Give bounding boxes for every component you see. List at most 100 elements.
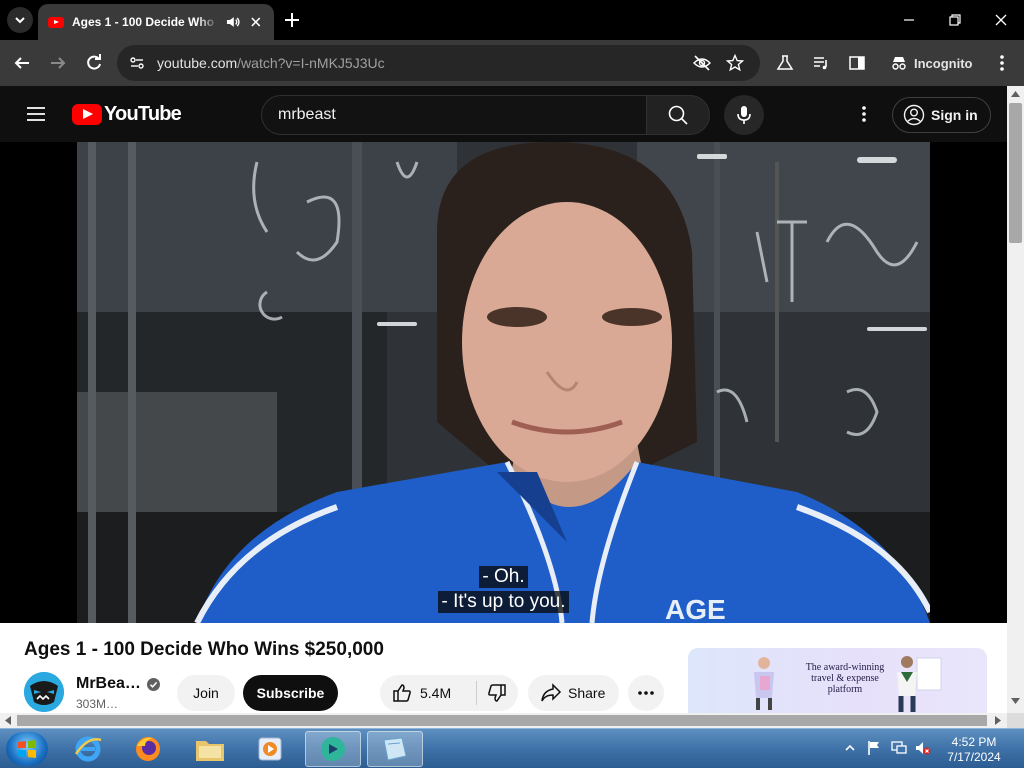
- scroll-up-arrow-icon[interactable]: [1011, 90, 1020, 97]
- url-path: /watch?v=I-nMKJ5J3Uc: [237, 55, 385, 71]
- join-button[interactable]: Join: [177, 675, 235, 711]
- tab-strip: Ages 1 - 100 Decide Who Wins $250,000 - …: [0, 0, 1024, 40]
- youtube-wordmark: YouTube: [104, 103, 182, 125]
- caption-line-1: - Oh.: [0, 566, 1007, 588]
- horizontal-scroll-thumb[interactable]: [17, 715, 987, 726]
- video-details: Ages 1 - 100 Decide Who Wins $250,000 Mr…: [0, 623, 1007, 713]
- chevron-down-icon: [15, 17, 25, 24]
- reload-button[interactable]: [82, 51, 106, 75]
- taskbar-app-active[interactable]: [305, 731, 361, 767]
- beast-logo-icon: [24, 672, 64, 712]
- verified-check-icon: [146, 677, 160, 691]
- speaker-icon[interactable]: [225, 14, 241, 30]
- share-icon: [541, 683, 562, 702]
- reload-icon: [87, 54, 101, 70]
- subscribe-button[interactable]: Subscribe: [243, 675, 338, 711]
- clock-time: 4:52 PM: [951, 735, 997, 749]
- forward-button[interactable]: [46, 51, 70, 75]
- incognito-indicator[interactable]: Incognito: [890, 51, 973, 75]
- taskbar-internet-explorer[interactable]: [60, 731, 116, 767]
- new-tab-icon[interactable]: [282, 10, 302, 30]
- tab-youtube[interactable]: Ages 1 - 100 Decide Who Wins $250,000 - …: [38, 4, 274, 40]
- channel-name[interactable]: MrBea…: [76, 675, 160, 693]
- ad-person-right-icon: [897, 656, 942, 712]
- taskbar-app-window[interactable]: [367, 731, 423, 767]
- like-count: 5.4M: [420, 685, 452, 701]
- start-button[interactable]: [6, 732, 48, 766]
- ad-person-left-icon: [754, 657, 774, 710]
- restore-icon: [949, 14, 961, 26]
- arrow-right-icon: [51, 57, 66, 69]
- share-label: Share: [568, 685, 606, 701]
- voice-search-button[interactable]: [724, 95, 764, 135]
- scrollbar-corner: [1007, 713, 1024, 728]
- star-icon[interactable]: [726, 54, 744, 72]
- url-host: youtube.com: [157, 55, 238, 71]
- labs-button[interactable]: [773, 51, 797, 75]
- scroll-right-arrow-icon[interactable]: [995, 716, 1002, 725]
- network-icon[interactable]: [891, 740, 907, 756]
- window-app-icon: [383, 737, 407, 761]
- tab-close-icon[interactable]: [248, 14, 264, 30]
- channel-name-text: MrBea…: [76, 675, 141, 692]
- close-icon: [995, 14, 1007, 26]
- tab-search-button[interactable]: [7, 7, 33, 33]
- clock-date: 7/17/2024: [947, 750, 1001, 764]
- video-player[interactable]: AGE - Oh. - It's up to you.: [0, 142, 1007, 623]
- join-label: Join: [193, 685, 219, 701]
- youtube-play-icon: [72, 104, 102, 125]
- like-divider: [476, 681, 477, 705]
- sign-in-button[interactable]: Sign in: [892, 97, 991, 133]
- youtube-header: YouTube mrbeast Sign in: [0, 86, 1007, 142]
- minimize-button[interactable]: [897, 8, 921, 32]
- video-title: Ages 1 - 100 Decide Who Wins $250,000: [24, 639, 384, 660]
- microphone-icon: [737, 106, 751, 124]
- caption-line-2: - It's up to you.: [0, 591, 1007, 613]
- action-center-flag-icon[interactable]: [866, 740, 882, 756]
- taskbar-file-explorer[interactable]: [182, 731, 238, 767]
- tab-title: Ages 1 - 100 Decide Who Wins $250,000 - …: [72, 15, 219, 29]
- more-actions-button[interactable]: [628, 675, 664, 711]
- browser-menu-button[interactable]: [990, 51, 1014, 75]
- minimize-icon: [904, 19, 914, 21]
- media-controls-button[interactable]: [809, 51, 833, 75]
- restore-button[interactable]: [943, 8, 967, 32]
- youtube-favicon-icon: [48, 16, 64, 28]
- ad-banner[interactable]: The award-winning travel & expense platf…: [688, 648, 987, 713]
- close-window-button[interactable]: [989, 8, 1013, 32]
- internet-explorer-icon: [74, 736, 102, 762]
- side-panel-button[interactable]: [845, 51, 869, 75]
- dislike-button[interactable]: [487, 675, 507, 711]
- subscriber-count: 303M…: [76, 697, 119, 711]
- scroll-left-arrow-icon[interactable]: [4, 716, 11, 725]
- share-button[interactable]: Share: [528, 675, 619, 711]
- side-panel-icon: [849, 56, 865, 70]
- windows-logo-icon: [18, 740, 36, 758]
- eye-off-icon[interactable]: [693, 54, 711, 72]
- thumbs-down-icon: [488, 684, 506, 702]
- browser-toolbar: youtube.com/watch?v=I-nMKJ5J3Uc Incognit…: [0, 40, 1024, 86]
- search-input[interactable]: mrbeast: [261, 95, 647, 135]
- search-button[interactable]: [646, 95, 710, 135]
- horizontal-scrollbar[interactable]: [0, 713, 1007, 728]
- video-scene: [77, 142, 930, 623]
- hamburger-menu-icon[interactable]: [24, 102, 48, 126]
- scroll-down-arrow-icon[interactable]: [1011, 698, 1020, 705]
- search-icon: [668, 105, 688, 125]
- vertical-scroll-thumb[interactable]: [1009, 103, 1022, 243]
- volume-muted-icon[interactable]: [915, 740, 931, 756]
- taskbar-media-player[interactable]: [242, 731, 298, 767]
- site-info-icon[interactable]: [129, 55, 145, 71]
- back-button[interactable]: [10, 51, 34, 75]
- show-hidden-icons-icon[interactable]: [845, 743, 855, 753]
- settings-menu-button[interactable]: [852, 102, 876, 126]
- channel-avatar[interactable]: [24, 672, 64, 712]
- taskbar-firefox[interactable]: [120, 731, 176, 767]
- vertical-scrollbar[interactable]: [1007, 86, 1024, 713]
- youtube-logo[interactable]: YouTube: [72, 103, 182, 126]
- subscribe-label: Subscribe: [256, 685, 325, 701]
- address-bar[interactable]: youtube.com/watch?v=I-nMKJ5J3Uc: [117, 45, 760, 81]
- like-button[interactable]: 5.4M: [392, 675, 476, 711]
- account-icon: [903, 104, 925, 126]
- system-clock[interactable]: 4:52 PM 7/17/2024: [940, 735, 1008, 765]
